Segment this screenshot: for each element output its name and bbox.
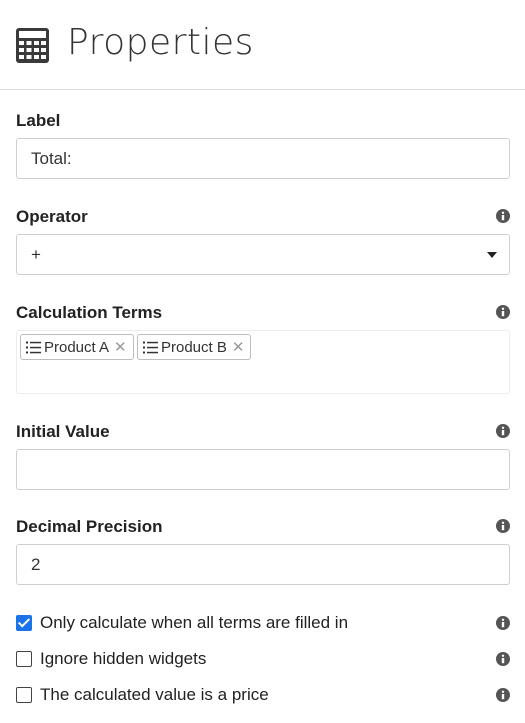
initial-value-input[interactable]	[16, 449, 510, 490]
term-tag: Product B ✕	[137, 334, 252, 360]
term-tag-label: Product A	[44, 338, 110, 356]
term-tag: Product A ✕	[20, 334, 134, 360]
ignore-hidden-label[interactable]: Ignore hidden widgets	[40, 649, 206, 669]
term-tag-label: Product B	[161, 338, 227, 356]
info-icon[interactable]	[496, 305, 510, 319]
all-terms-checkbox[interactable]	[16, 615, 32, 631]
operator-field-label: Operator	[16, 207, 88, 226]
label-input[interactable]	[16, 138, 510, 179]
info-icon[interactable]	[496, 519, 510, 533]
properties-header: Properties	[0, 0, 525, 90]
initial-value-label: Initial Value	[16, 422, 110, 441]
info-icon[interactable]	[496, 424, 510, 438]
terms-tag-input[interactable]: Product A ✕ Product B ✕	[16, 330, 510, 394]
close-icon[interactable]: ✕	[114, 340, 127, 355]
is-price-checkbox[interactable]	[16, 687, 32, 703]
caret-down-icon	[487, 252, 497, 258]
calculator-icon	[16, 28, 49, 63]
info-icon[interactable]	[496, 688, 510, 702]
operator-select-value: +	[31, 245, 41, 264]
label-field-label: Label	[16, 111, 61, 130]
decimal-precision-input[interactable]	[16, 544, 510, 585]
is-price-label[interactable]: The calculated value is a price	[40, 685, 269, 705]
info-icon[interactable]	[496, 616, 510, 630]
operator-select[interactable]: +	[16, 234, 510, 275]
list-icon	[26, 341, 41, 353]
all-terms-label[interactable]: Only calculate when all terms are filled…	[40, 613, 348, 633]
page-title: Properties	[67, 22, 254, 63]
terms-field-label: Calculation Terms	[16, 303, 163, 322]
list-icon	[143, 341, 158, 353]
ignore-hidden-checkbox[interactable]	[16, 651, 32, 667]
info-icon[interactable]	[496, 652, 510, 666]
info-icon[interactable]	[496, 209, 510, 223]
decimal-precision-label: Decimal Precision	[16, 517, 163, 536]
close-icon[interactable]: ✕	[232, 340, 245, 355]
